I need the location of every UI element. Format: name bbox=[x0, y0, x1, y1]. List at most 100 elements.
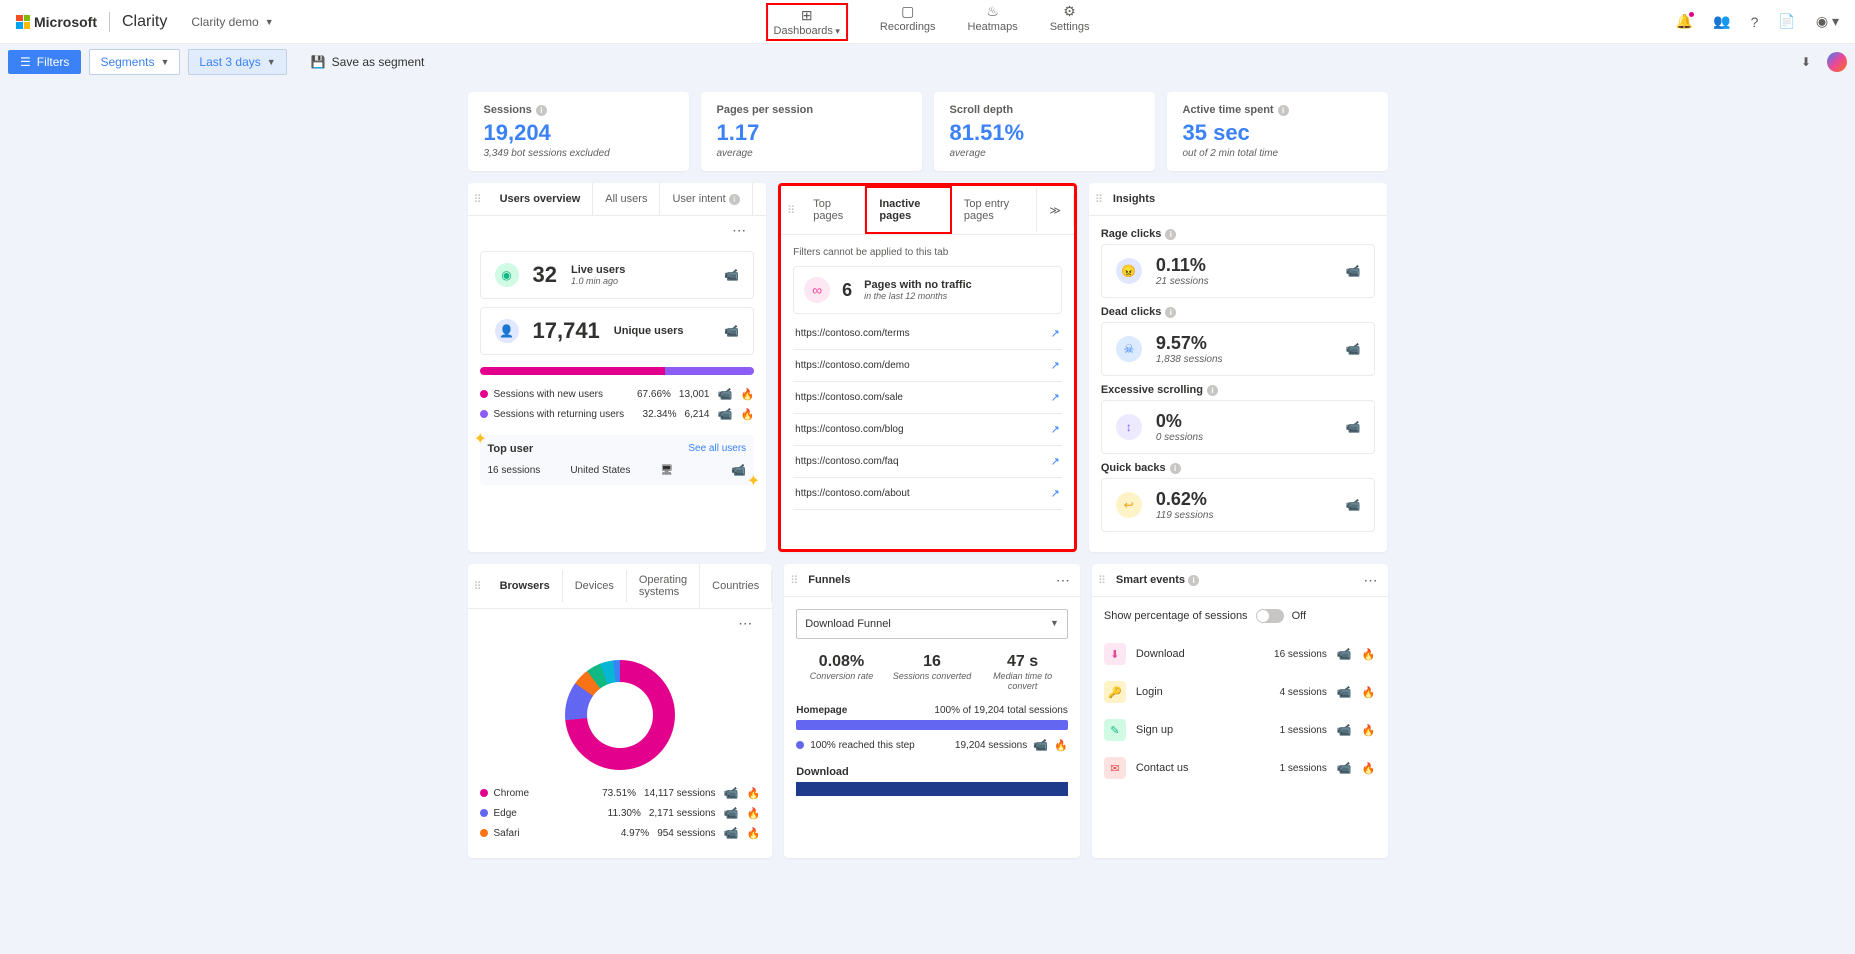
camera-icon[interactable]: 📹 bbox=[724, 786, 739, 800]
camera-icon[interactable]: 📹 bbox=[724, 806, 739, 820]
more-tabs-button[interactable]: ≫ bbox=[1037, 194, 1074, 227]
external-link-icon[interactable]: ↗ bbox=[1051, 359, 1060, 372]
user-icon: 👤 bbox=[495, 319, 519, 343]
browser-chrome: Chrome 73.51%14,117 sessions📹🔥 bbox=[480, 786, 761, 800]
page-url: https://contoso.com/demo bbox=[795, 360, 910, 371]
external-link-icon[interactable]: ↗ bbox=[1051, 423, 1060, 436]
drag-handle-icon[interactable]: ⠿ bbox=[468, 193, 488, 206]
page-url: https://contoso.com/blog bbox=[795, 424, 903, 435]
camera-icon[interactable]: 📹 bbox=[1346, 420, 1361, 434]
flame-icon[interactable]: 🔥 bbox=[1362, 724, 1376, 737]
copilot-icon[interactable] bbox=[1827, 52, 1847, 72]
camera-icon[interactable]: 📹 bbox=[1337, 723, 1352, 737]
people-icon[interactable]: 👥 bbox=[1713, 13, 1730, 30]
flame-icon: ♨ bbox=[968, 3, 1018, 20]
info-icon[interactable]: i bbox=[536, 105, 547, 116]
camera-icon[interactable]: 📹 bbox=[724, 324, 739, 338]
panel-browsers: ⠿ Browsers Devices Operating systems Cou… bbox=[468, 564, 773, 858]
panel-inactive-pages: ⠿ Top pages Inactive pages Top entry pag… bbox=[778, 183, 1077, 552]
camera-icon[interactable]: 📹 bbox=[718, 387, 733, 401]
user-menu[interactable]: ◉ ▾ bbox=[1816, 13, 1839, 30]
tab-users-overview[interactable]: Users overview bbox=[488, 183, 594, 215]
more-icon[interactable]: ⋯ bbox=[1354, 572, 1388, 589]
flame-icon[interactable]: 🔥 bbox=[740, 408, 754, 421]
legend-new-users: Sessions with new users 67.66% 13,001 📹 … bbox=[480, 387, 755, 401]
see-all-users-link[interactable]: See all users bbox=[688, 443, 746, 455]
notifications-icon[interactable]: 🔔 bbox=[1676, 13, 1693, 30]
document-icon[interactable]: 📄 bbox=[1778, 13, 1795, 30]
inactive-page-row: https://contoso.com/about ↗ bbox=[793, 478, 1062, 510]
divider bbox=[109, 12, 110, 32]
camera-icon[interactable]: 📹 bbox=[1033, 738, 1048, 752]
stat-sessions: Sessionsi 19,204 3,349 bot sessions excl… bbox=[468, 92, 689, 171]
tab-devices[interactable]: Devices bbox=[563, 570, 627, 602]
external-link-icon[interactable]: ↗ bbox=[1051, 455, 1060, 468]
camera-icon[interactable]: 📹 bbox=[1346, 498, 1361, 512]
more-icon[interactable]: ⋯ bbox=[728, 615, 762, 632]
flame-icon[interactable]: 🔥 bbox=[1054, 739, 1068, 752]
help-icon[interactable]: ? bbox=[1751, 14, 1759, 30]
external-link-icon[interactable]: ↗ bbox=[1051, 487, 1060, 500]
flame-icon[interactable]: 🔥 bbox=[747, 807, 761, 820]
page-url: https://contoso.com/about bbox=[795, 488, 910, 499]
flame-icon[interactable]: 🔥 bbox=[747, 827, 761, 840]
camera-icon[interactable]: 📹 bbox=[1337, 761, 1352, 775]
nav-heatmaps[interactable]: ♨ Heatmaps bbox=[968, 3, 1018, 41]
drag-handle-icon[interactable]: ⠿ bbox=[1089, 193, 1109, 206]
filters-button[interactable]: ☰Filters bbox=[8, 50, 81, 74]
funnel-selector[interactable]: Download Funnel ▼ bbox=[796, 609, 1068, 639]
camera-icon[interactable]: 📹 bbox=[1346, 342, 1361, 356]
flame-icon[interactable]: 🔥 bbox=[747, 787, 761, 800]
more-icon[interactable]: ⋯ bbox=[1046, 572, 1080, 589]
chevron-down-icon: ▼ bbox=[1050, 618, 1059, 630]
percentage-toggle[interactable] bbox=[1256, 609, 1284, 623]
download-icon[interactable]: ⬇ bbox=[1801, 55, 1811, 69]
microsoft-icon bbox=[16, 15, 30, 29]
more-icon[interactable]: ⋯ bbox=[722, 222, 756, 239]
info-icon[interactable]: i bbox=[1278, 105, 1289, 116]
drag-handle-icon[interactable]: ⠿ bbox=[468, 580, 488, 593]
flame-icon[interactable]: 🔥 bbox=[740, 388, 754, 401]
info-icon[interactable]: i bbox=[1165, 307, 1176, 318]
tab-all-users[interactable]: All users bbox=[593, 183, 660, 215]
drag-handle-icon[interactable]: ⠿ bbox=[784, 574, 804, 587]
nav-dashboards[interactable]: ⊞ Dashboards ▾ bbox=[766, 3, 848, 41]
insight-dead-clicks: ☠ 9.57%1,838 sessions 📹 bbox=[1101, 322, 1376, 376]
tab-user-intent[interactable]: User intent i bbox=[660, 183, 752, 215]
chevron-down-icon: ▼ bbox=[160, 57, 169, 67]
tab-top-pages[interactable]: Top pages bbox=[801, 188, 865, 232]
date-range-button[interactable]: Last 3 days▼ bbox=[188, 49, 286, 75]
tab-inactive-pages[interactable]: Inactive pages bbox=[865, 186, 952, 234]
camera-icon[interactable]: 📹 bbox=[1337, 647, 1352, 661]
camera-icon[interactable]: 📹 bbox=[724, 826, 739, 840]
info-icon[interactable]: i bbox=[1188, 575, 1199, 586]
tab-browsers[interactable]: Browsers bbox=[488, 570, 563, 602]
drag-handle-icon[interactable]: ⠿ bbox=[1092, 574, 1112, 587]
tab-os[interactable]: Operating systems bbox=[627, 564, 700, 608]
segments-button[interactable]: Segments▼ bbox=[89, 49, 180, 75]
external-link-icon[interactable]: ↗ bbox=[1051, 327, 1060, 340]
flame-icon[interactable]: 🔥 bbox=[1362, 686, 1376, 699]
unique-users-card: 👤 17,741 Unique users 📹 bbox=[480, 307, 755, 355]
camera-icon[interactable]: 📹 bbox=[731, 463, 746, 477]
save-segment-button[interactable]: 💾Save as segment bbox=[311, 55, 425, 69]
nav-settings[interactable]: ⚙ Settings bbox=[1050, 3, 1090, 41]
external-link-icon[interactable]: ↗ bbox=[1051, 391, 1060, 404]
camera-icon[interactable]: 📹 bbox=[1337, 685, 1352, 699]
inactive-page-row: https://contoso.com/terms↗ bbox=[793, 318, 1062, 350]
info-icon[interactable]: i bbox=[1170, 463, 1181, 474]
info-icon[interactable]: i bbox=[1207, 385, 1218, 396]
tab-countries[interactable]: Countries bbox=[700, 570, 772, 602]
save-icon: 💾 bbox=[311, 55, 326, 69]
info-icon[interactable]: i bbox=[1165, 229, 1176, 240]
project-selector[interactable]: Clarity demo ▼ bbox=[191, 15, 273, 29]
drag-handle-icon[interactable]: ⠿ bbox=[781, 204, 801, 217]
flame-icon[interactable]: 🔥 bbox=[1362, 648, 1376, 661]
camera-icon[interactable]: 📹 bbox=[718, 407, 733, 421]
panel-title: Smart events i bbox=[1112, 564, 1203, 596]
camera-icon[interactable]: 📹 bbox=[1346, 264, 1361, 278]
flame-icon[interactable]: 🔥 bbox=[1362, 762, 1376, 775]
nav-recordings[interactable]: ▢ Recordings bbox=[880, 3, 936, 41]
tab-top-entry-pages[interactable]: Top entry pages bbox=[952, 188, 1037, 232]
camera-icon[interactable]: 📹 bbox=[724, 268, 739, 282]
